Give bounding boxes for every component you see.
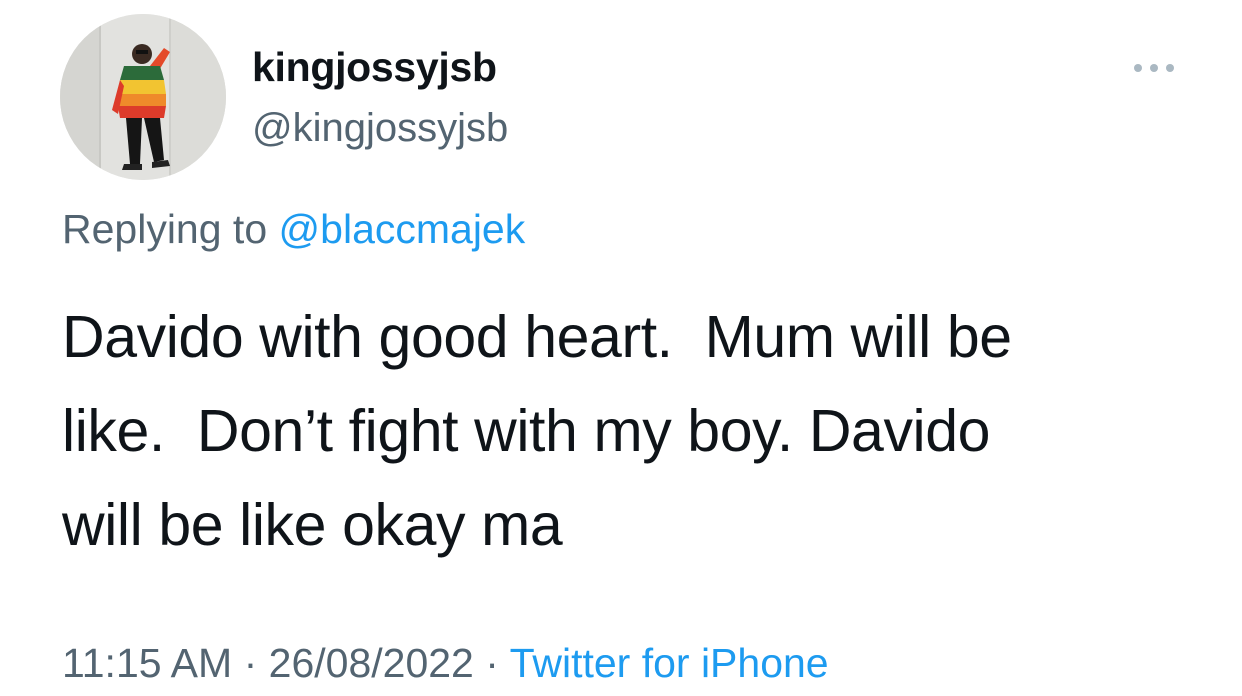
tweet-text-line: will be like okay ma [62,492,563,558]
display-name[interactable]: kingjossyjsb [252,44,497,91]
tweet-text-line: like. Don’t fight with my boy. Davido [62,398,991,464]
tweet-card: kingjossyjsb @kingjossyjsb Replying to @… [0,0,1242,696]
more-horizontal-icon[interactable] [1130,58,1178,78]
tweet-metadata: 11:15 AM · 26/08/2022 · Twitter for iPho… [62,640,829,687]
user-handle[interactable]: @kingjossyjsb [252,106,508,151]
tweet-text-line: Davido with good heart. Mum will be [62,304,1012,370]
meta-separator: · [243,640,258,686]
tweet-time[interactable]: 11:15 AM [62,640,232,686]
avatar-photo [60,14,226,180]
replying-to: Replying to @blaccmajek [62,206,525,253]
meta-separator: · [485,640,499,686]
reply-mention-link[interactable]: @blaccmajek [279,206,526,252]
tweet-date[interactable]: 26/08/2022 [269,640,474,686]
tweet-text: Davido with good heart. Mum will be like… [62,290,1182,572]
replying-prefix: Replying to [62,206,268,252]
avatar[interactable] [60,14,226,180]
tweet-source-link[interactable]: Twitter for iPhone [510,640,829,686]
